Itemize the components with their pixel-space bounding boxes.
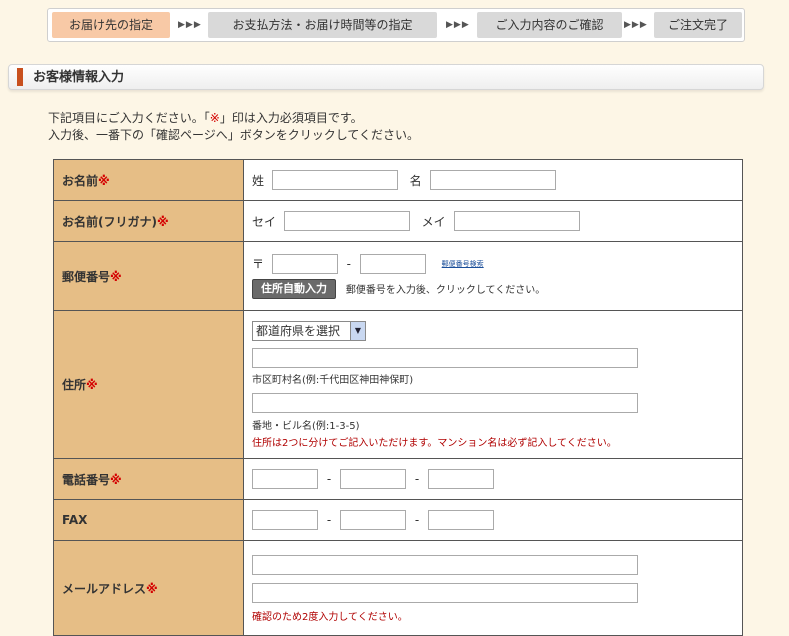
first-name-input[interactable] xyxy=(429,170,556,190)
address-city-hint: 市区町村名(例:千代田区神田神保町) xyxy=(252,374,414,386)
label-email: メールアドレス※ xyxy=(53,540,244,636)
checkout-steps: お届け先の指定 ▶▶▶ お支払方法・お届け時間等の指定 ▶▶▶ ご入力内容のご確… xyxy=(47,8,745,42)
step-payment: お支払方法・お届け時間等の指定 xyxy=(208,12,437,38)
zip-hint: 郵便番号を入力後、クリックしてください。 xyxy=(345,285,546,296)
required-mark: ※ xyxy=(110,269,122,284)
step-arrow-icon: ▶▶▶ xyxy=(178,20,202,30)
required-mark: ※ xyxy=(110,472,122,487)
first-name-kana-input[interactable] xyxy=(453,211,580,231)
fax-dash: - xyxy=(414,513,420,527)
intro-line1-b: 」印は入力必須項目です。 xyxy=(219,111,363,125)
tel-second-input[interactable] xyxy=(340,469,406,489)
required-mark: ※ xyxy=(156,214,169,229)
required-mark: ※ xyxy=(86,378,98,392)
address-city-input[interactable] xyxy=(252,347,638,368)
email-note: 確認のため2度入力してください。 xyxy=(252,612,408,623)
customer-form: お名前※ 姓 名 お名前(フリガナ)※ セイ メイ 郵便番号※ 〒 - 郵便番号… xyxy=(53,159,743,636)
prefecture-select-value: 都道府県を選択 xyxy=(256,323,341,338)
intro-text: 下記項目にご入力ください。「※」印は入力必須項目です。 入力後、一番下の「確認ペ… xyxy=(48,110,419,144)
required-mark: ※ xyxy=(146,581,158,596)
sei-label: 姓 xyxy=(252,173,265,188)
tel-dash: - xyxy=(414,472,420,486)
zip-second-input[interactable] xyxy=(359,253,426,274)
tel-first-input[interactable] xyxy=(252,469,318,489)
step-confirm: ご入力内容のご確認 xyxy=(477,12,622,38)
auto-address-button[interactable]: 住所自動入力 xyxy=(252,278,336,299)
intro-line2: 入力後、一番下の「確認ページへ」ボタンをクリックしてください。 xyxy=(48,128,420,142)
tel-dash: - xyxy=(326,472,332,486)
prefecture-select[interactable]: 都道府県を選択 ▼ xyxy=(252,320,366,341)
last-name-kana-input[interactable] xyxy=(283,211,410,231)
address-street-hint: 番地・ビル名(例:1-3-5) xyxy=(252,420,360,432)
last-name-input[interactable] xyxy=(271,170,398,190)
email-confirm-input[interactable] xyxy=(252,583,638,603)
mei-kana-label: メイ xyxy=(421,214,446,229)
fax-third-input[interactable] xyxy=(428,510,494,530)
intro-line1-a: 下記項目にご入力ください。「 xyxy=(48,111,210,125)
tel-third-input[interactable] xyxy=(428,469,494,489)
step-arrow-icon: ▶▶▶ xyxy=(446,20,470,30)
chevron-down-icon: ▼ xyxy=(350,321,365,340)
zip-dash: - xyxy=(346,256,352,271)
address-street-input[interactable] xyxy=(252,392,638,413)
zip-mark: 〒 xyxy=(252,257,265,271)
label-zip: 郵便番号※ xyxy=(53,241,244,311)
zip-first-input[interactable] xyxy=(271,253,338,274)
required-mark: ※ xyxy=(98,173,110,188)
section-title: お客様情報入力 xyxy=(33,70,125,85)
step-delivery: お届け先の指定 xyxy=(52,12,170,38)
email-input[interactable] xyxy=(252,555,638,575)
address-note: 住所は2つに分けてご記入いただけます。マンション名は必ず記入してください。 xyxy=(252,437,617,449)
section-header: お客様情報入力 xyxy=(8,64,764,90)
fax-first-input[interactable] xyxy=(252,510,318,530)
label-fax: FAX xyxy=(53,499,244,541)
fax-second-input[interactable] xyxy=(340,510,406,530)
step-arrow-icon: ▶▶▶ xyxy=(624,20,648,30)
section-accent-bar xyxy=(17,68,23,86)
mei-label: 名 xyxy=(409,173,422,188)
zip-search-link[interactable]: 郵便番号検索 xyxy=(442,260,484,268)
required-mark: ※ xyxy=(209,111,220,125)
sei-kana-label: セイ xyxy=(252,214,277,229)
label-kana: お名前(フリガナ)※ xyxy=(53,200,244,242)
step-complete: ご注文完了 xyxy=(654,12,742,38)
label-name: お名前※ xyxy=(53,159,244,201)
label-address: 住所※ xyxy=(53,310,244,459)
fax-dash: - xyxy=(326,513,332,527)
label-tel: 電話番号※ xyxy=(53,458,244,500)
